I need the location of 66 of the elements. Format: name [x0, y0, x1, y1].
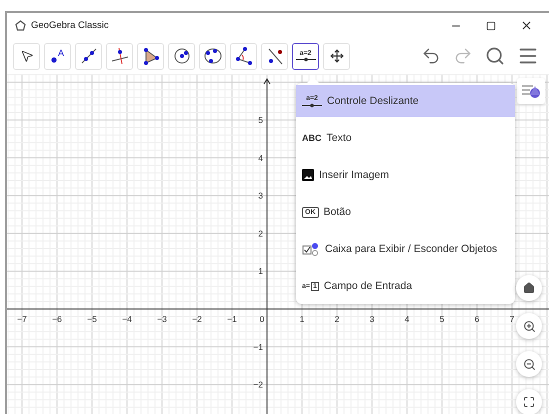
- tool-button[interactable]: [261, 42, 288, 70]
- search-icon: [485, 46, 505, 66]
- y-axis-label: 3: [258, 190, 263, 201]
- zoom-in-icon: [522, 320, 536, 332]
- x-axis-label: 7: [510, 314, 514, 324]
- maximize-icon[interactable]: [486, 20, 496, 30]
- undo-icon: [421, 46, 441, 66]
- y-axis-label: −1: [253, 342, 263, 352]
- x-axis-label: 3: [370, 314, 374, 324]
- tool-button[interactable]: [75, 42, 102, 70]
- x-axis-label: 2: [334, 314, 340, 324]
- y-axis-label: 5: [258, 115, 263, 125]
- x-axis-label: −2: [192, 314, 202, 324]
- style-bar-button[interactable]: [517, 78, 545, 104]
- pointer-icon: [20, 49, 34, 63]
- x-axis-label: −1: [227, 314, 237, 324]
- x-axis-label: 4: [404, 314, 410, 324]
- close-icon[interactable]: [520, 19, 532, 32]
- circle-icon: [172, 47, 190, 65]
- y-axis-label: 1: [258, 266, 263, 276]
- x-axis-label: −3: [157, 314, 167, 324]
- image-icon: [302, 169, 314, 181]
- zoom-out-button[interactable]: [516, 351, 542, 377]
- checkbox-icon: [302, 242, 320, 256]
- tool-button[interactable]: [230, 42, 257, 70]
- slider-line-icon: [302, 102, 322, 108]
- window-title: GeoGebra Classic: [31, 20, 110, 31]
- zoom-in-button[interactable]: [516, 313, 542, 339]
- tool-button[interactable]: [106, 42, 133, 70]
- style-bar-icon: [521, 83, 541, 99]
- x-axis-label: 1: [300, 314, 304, 324]
- x-axis-label: 6: [474, 314, 480, 324]
- fullscreen-icon: [523, 396, 535, 408]
- fullscreen-button[interactable]: [516, 389, 542, 414]
- angle-icon: [234, 47, 252, 65]
- text-tool-label: ABC: [302, 133, 322, 143]
- tool-button[interactable]: [13, 42, 40, 70]
- zoom-out-icon: [522, 358, 536, 370]
- menu-item[interactable]: ABC Texto: [296, 122, 515, 154]
- tool-button[interactable]: [323, 42, 350, 70]
- line-icon: [80, 47, 98, 65]
- slider-line-icon: [296, 57, 316, 62]
- redo-icon: [453, 46, 473, 66]
- circle-three-points-icon: [204, 47, 222, 65]
- tool-button[interactable]: [199, 42, 226, 70]
- tool-button[interactable]: [137, 42, 164, 70]
- tool-button[interactable]: [168, 42, 195, 70]
- move-view-icon: [330, 49, 344, 63]
- y-axis-label: 4: [258, 152, 263, 163]
- menu-item[interactable]: Inserir Imagem: [296, 159, 515, 191]
- y-axis-label: −2: [253, 380, 263, 390]
- perpendicular-line-icon: [110, 47, 128, 65]
- triangle-icon: [142, 47, 160, 65]
- x-axis-label: −4: [122, 314, 132, 324]
- menu-item[interactable]: Caixa para Exibir / Esconder Objetos: [296, 233, 515, 265]
- home-button[interactable]: [516, 275, 542, 301]
- x-axis-label: −7: [17, 314, 27, 324]
- tool-button[interactable]: A: [44, 42, 71, 70]
- x-axis-label: 0: [260, 314, 264, 324]
- x-axis-label: −5: [87, 314, 97, 324]
- reflect-icon: [266, 47, 284, 65]
- x-axis-label: −6: [52, 314, 62, 324]
- home-icon: [523, 282, 535, 294]
- x-axis-label: 5: [440, 314, 444, 324]
- y-axis-label: 2: [258, 228, 263, 238]
- geogebra-logo-icon: [15, 20, 26, 31]
